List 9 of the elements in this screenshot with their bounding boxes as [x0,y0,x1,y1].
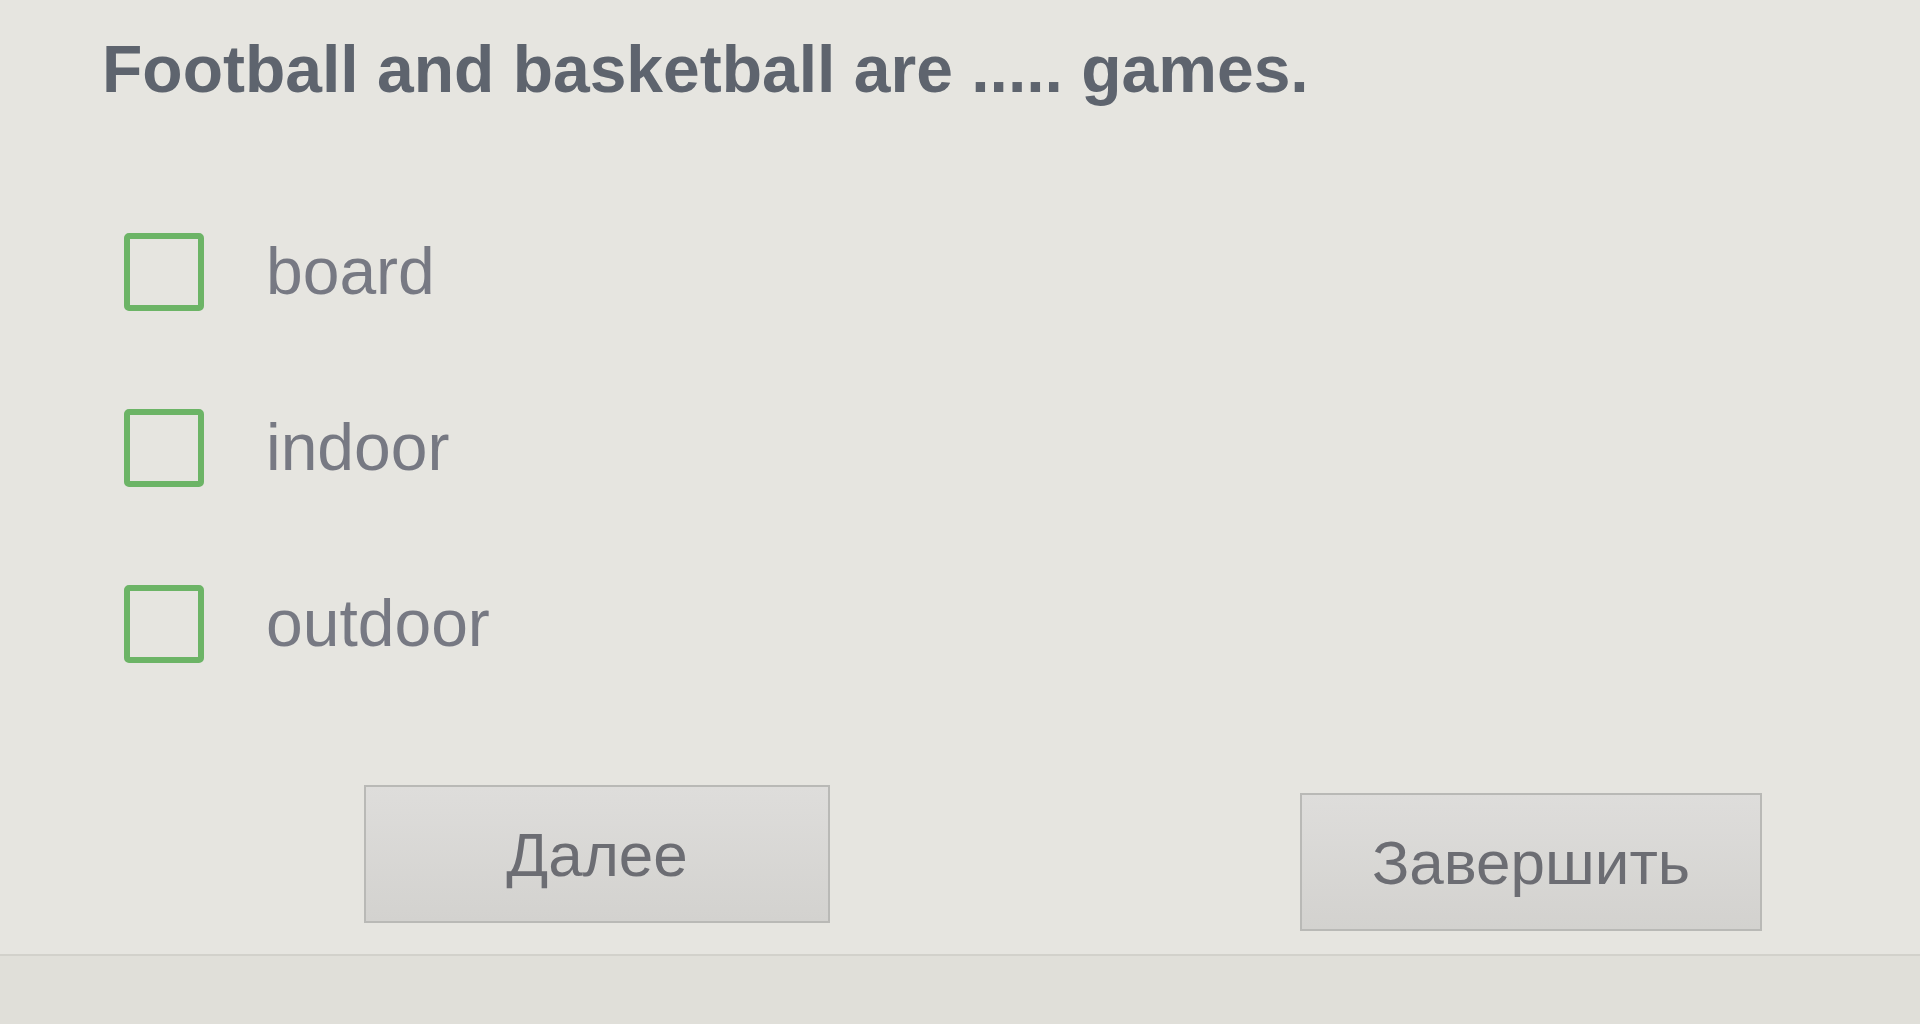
checkbox[interactable] [124,409,204,488]
checkbox[interactable] [124,233,204,312]
checkbox[interactable] [124,585,204,664]
option-label: indoor [266,410,450,487]
option-label: board [266,234,435,311]
finish-button[interactable]: Завершить [1300,793,1762,932]
option-label: outdoor [266,586,490,663]
question-text: Football and basketball are ..... games. [102,31,1309,108]
next-button[interactable]: Далее [364,785,830,924]
